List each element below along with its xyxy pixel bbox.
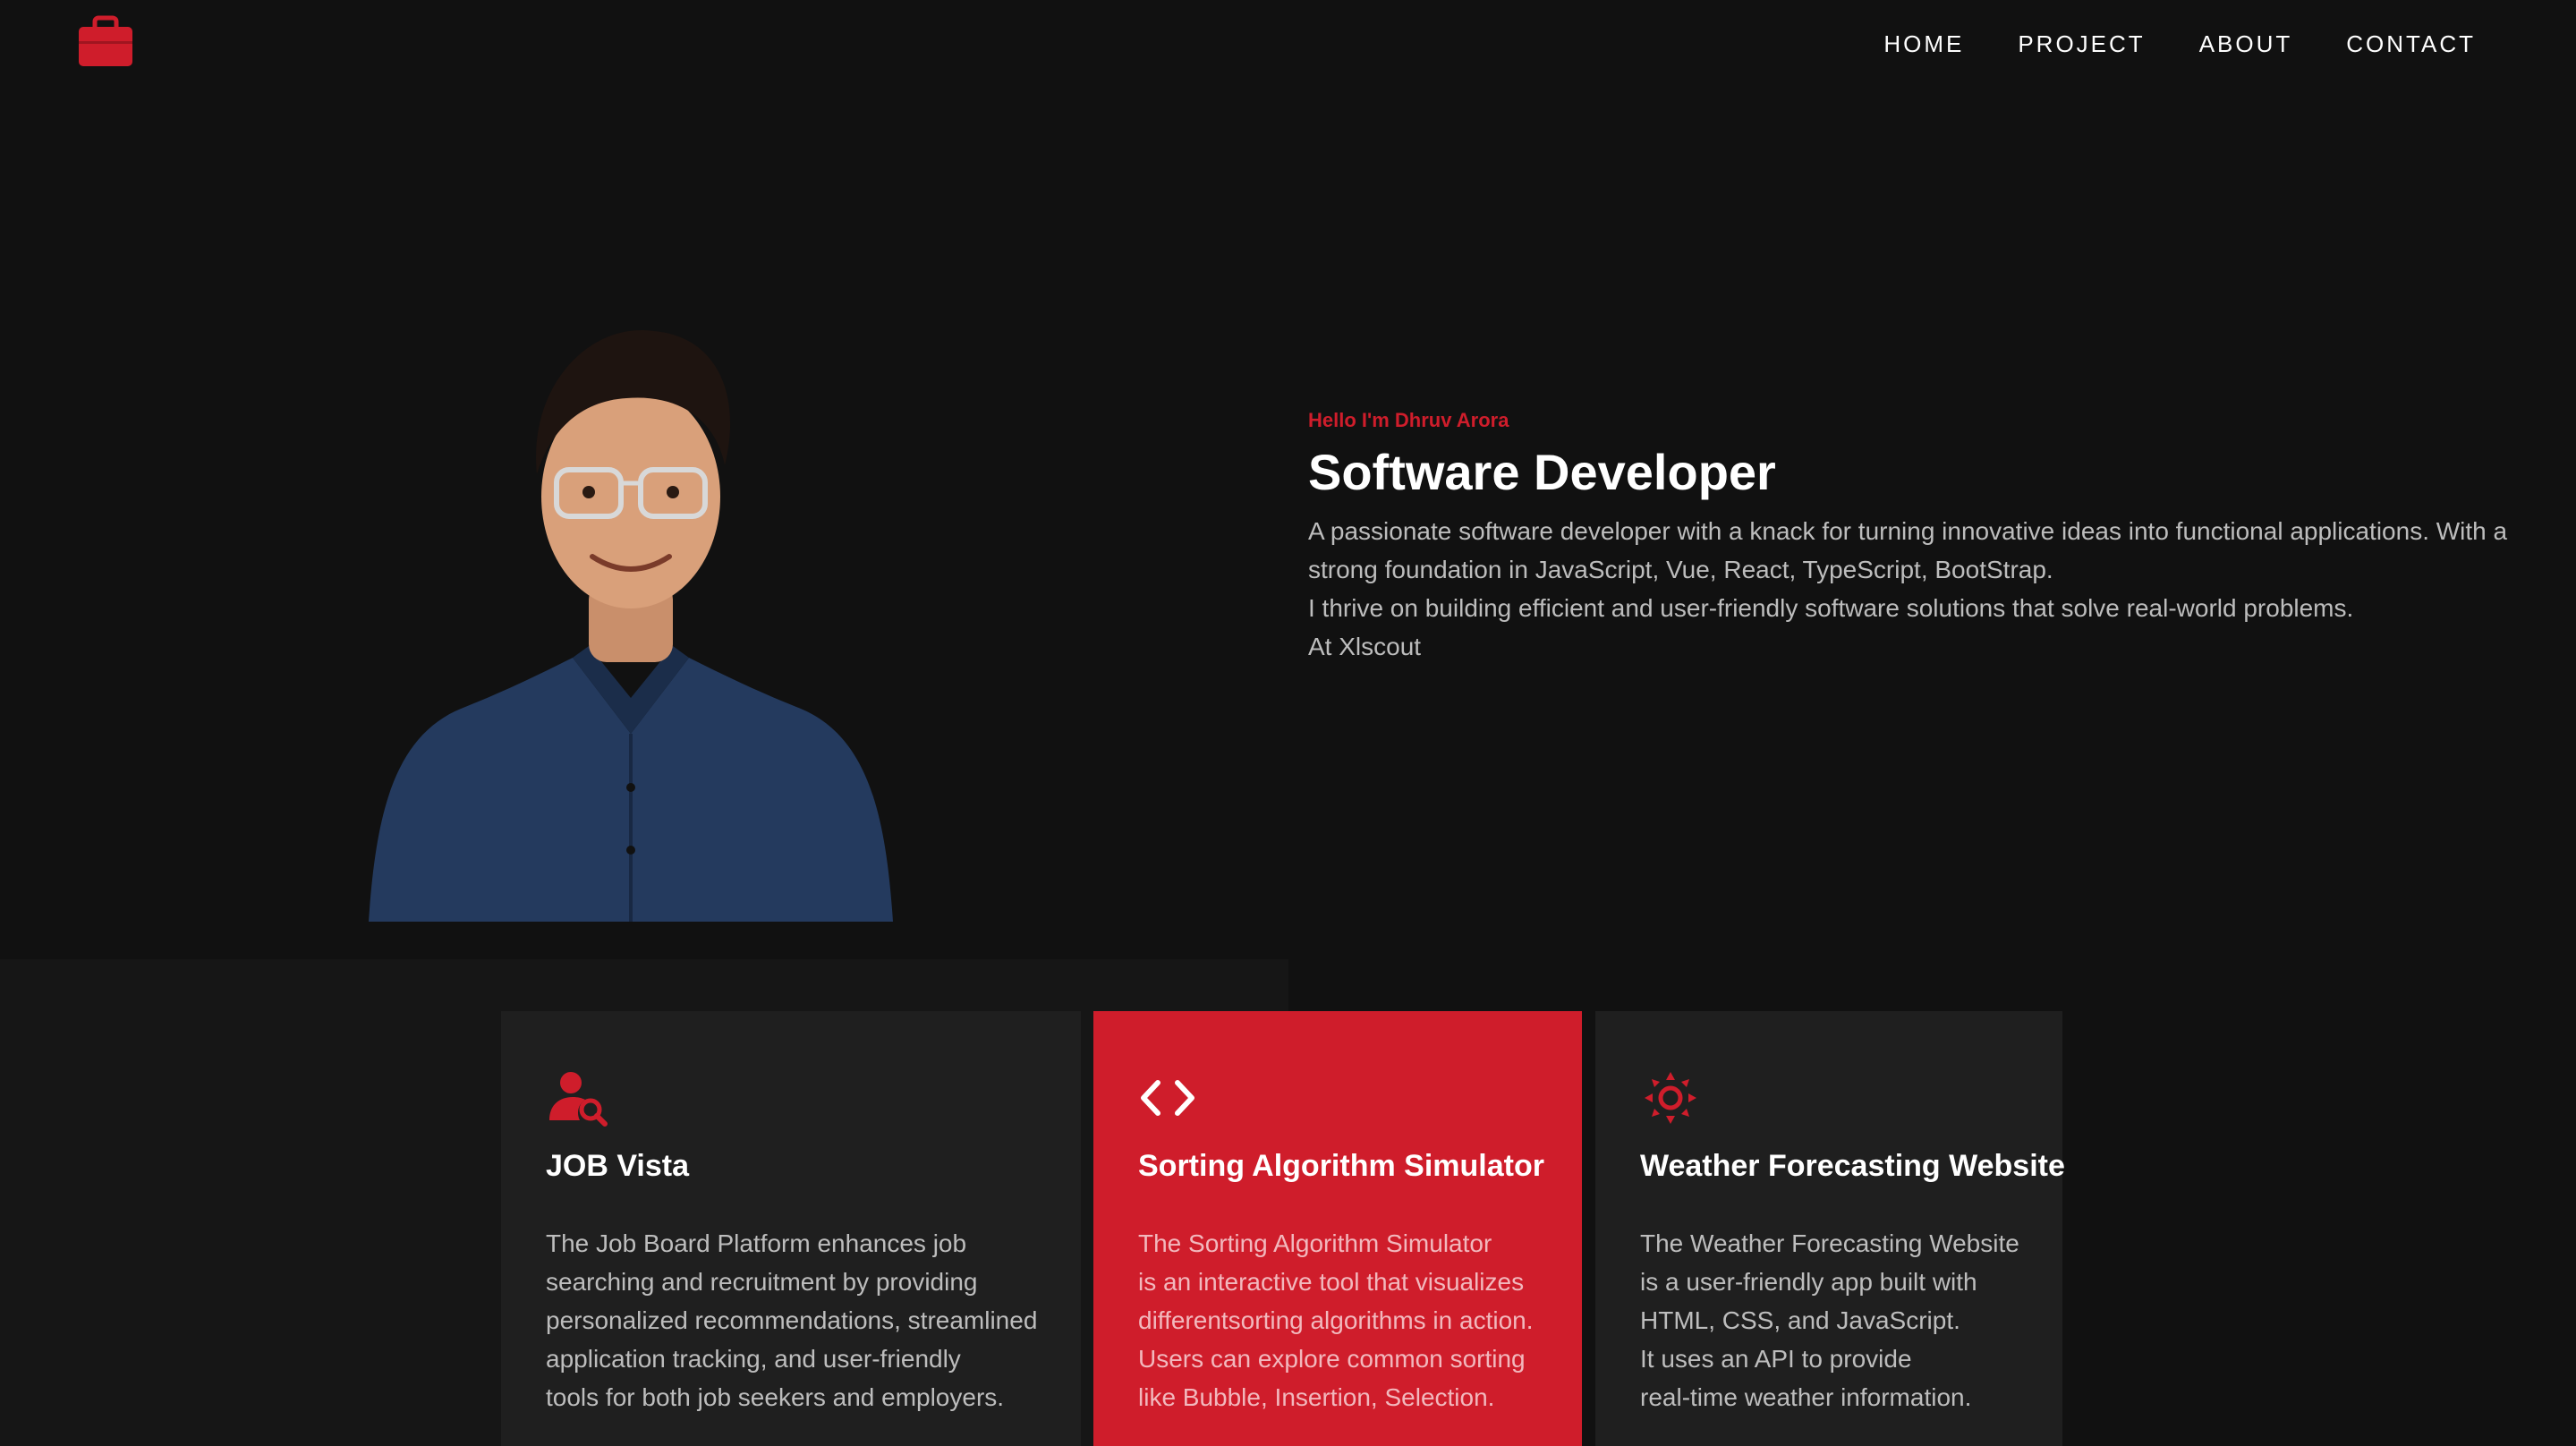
project-description: The Sorting Algorithm Simulator is an in… — [1138, 1224, 1537, 1416]
description-line: personalized recommendations, streamline… — [546, 1306, 1038, 1334]
nav-about[interactable]: ABOUT — [2199, 29, 2293, 59]
main-nav: HOME PROJECT ABOUT CONTACT — [1883, 29, 2476, 59]
user-search-icon — [546, 1068, 608, 1127]
project-card-weather[interactable]: Weather Forecasting Website The Weather … — [1595, 1011, 2065, 1446]
profile-photo — [358, 313, 904, 922]
description-line: The Job Board Platform enhances job — [546, 1229, 967, 1257]
greeting-text: Hello I'm Dhruv Arora — [1308, 409, 1509, 431]
nav-contact[interactable]: CONTACT — [2346, 29, 2476, 59]
project-title: Sorting Algorithm Simulator — [1138, 1149, 1544, 1183]
description-line: I thrive on building efficient and user-… — [1308, 594, 2354, 622]
description-line: A passionate software developer with a k… — [1308, 517, 2508, 545]
page: HOME PROJECT ABOUT CONTACT Hello I'm Dhr… — [0, 0, 2576, 1446]
description-line: is a user-friendly app built with — [1640, 1268, 1977, 1296]
project-description: The Weather Forecasting Website is a use… — [1640, 1224, 2019, 1416]
description-line: is an interactive tool that visualizes — [1138, 1268, 1525, 1296]
description-line: strong foundation in JavaScript, Vue, Re… — [1308, 556, 2053, 583]
description-line: tools for both job seekers and employers… — [546, 1383, 1005, 1411]
description-line: The Sorting Algorithm Simulator — [1138, 1229, 1492, 1257]
description-line: application tracking, and user-friendly — [546, 1345, 961, 1373]
description-line: real-time weather information. — [1640, 1383, 1972, 1411]
nav-project[interactable]: PROJECT — [2018, 29, 2145, 59]
hero-description: A passionate software developer with a k… — [1308, 512, 2570, 666]
sun-icon — [1640, 1068, 1703, 1127]
code-icon — [1138, 1068, 1201, 1127]
project-title: JOB Vista — [546, 1149, 690, 1183]
description-line: like Bubble, Insertion, Selection. — [1138, 1383, 1495, 1411]
description-line: It uses an API to provide — [1640, 1345, 1912, 1373]
hero-intro: Hello I'm Dhruv Arora Software Developer… — [1308, 401, 2570, 666]
briefcase-icon[interactable] — [75, 14, 136, 72]
description-line: HTML, CSS, and JavaScript. — [1640, 1306, 1960, 1334]
page-title: Software Developer — [1308, 444, 1776, 500]
description-line: At Xlscout — [1308, 633, 1422, 660]
description-line: searching and recruitment by providing — [546, 1268, 978, 1296]
description-line: The Weather Forecasting Website — [1640, 1229, 2019, 1257]
project-card-sorting-simulator[interactable]: Sorting Algorithm Simulator The Sorting … — [1093, 1011, 1582, 1446]
description-line: differentsorting algorithms in action. — [1138, 1306, 1534, 1334]
nav-home[interactable]: HOME — [1883, 29, 1964, 59]
project-description: The Job Board Platform enhances job sear… — [546, 1224, 1038, 1416]
project-title: Weather Forecasting Website — [1640, 1149, 2065, 1183]
project-card-job-vista[interactable]: JOB Vista The Job Board Platform enhance… — [501, 1011, 1081, 1446]
description-line: Users can explore common sorting — [1138, 1345, 1526, 1373]
